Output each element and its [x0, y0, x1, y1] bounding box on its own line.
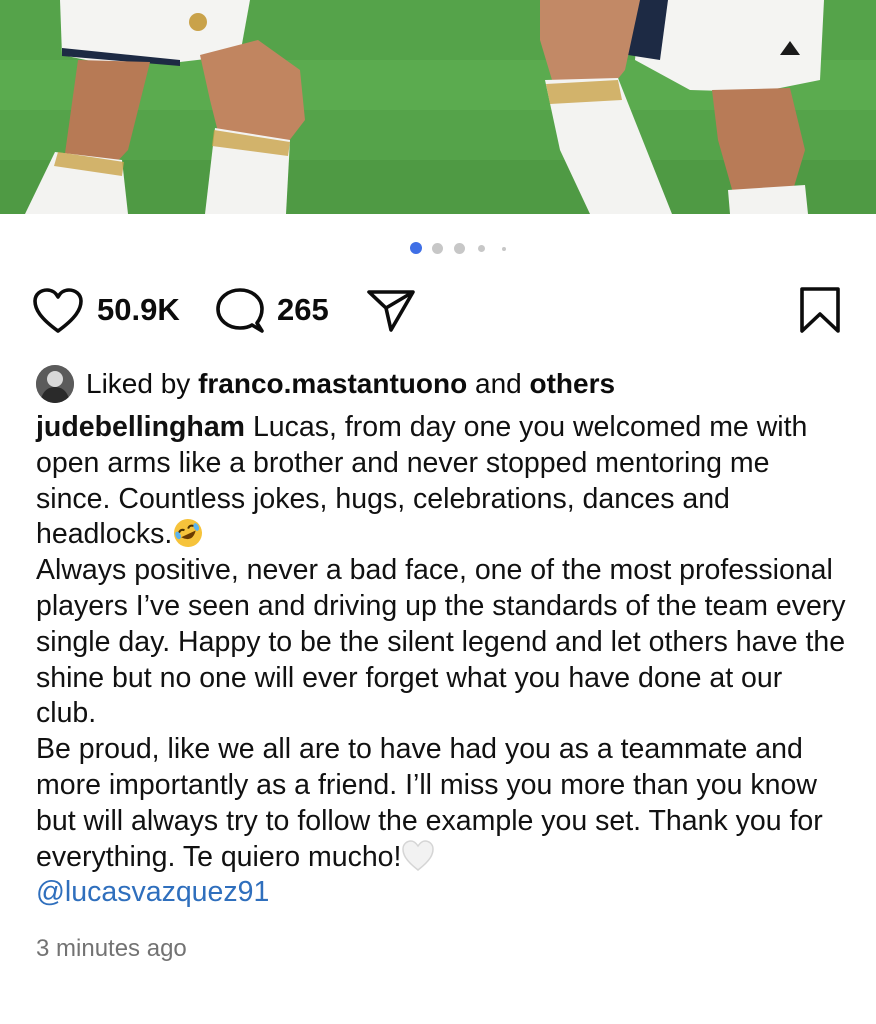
liked-by-user-link[interactable]: franco.mastantuono	[198, 368, 467, 400]
players-legs-illustration	[0, 0, 876, 214]
liked-by-row: Liked by franco.mastantuono and others	[36, 362, 615, 406]
white-heart-emoji-icon	[401, 839, 435, 872]
caption-paragraph-3: Be proud, like we all are to have had yo…	[36, 732, 848, 911]
carousel-dot	[478, 245, 485, 252]
comment-icon[interactable]	[214, 286, 266, 341]
liked-by-others-link[interactable]: others	[530, 368, 616, 400]
action-bar: 50.9K 265	[0, 282, 876, 338]
liked-by-prefix: Liked by	[86, 368, 191, 399]
mention-link[interactable]: @lucasvazquez91	[36, 876, 269, 908]
comment-count[interactable]: 265	[277, 282, 329, 338]
caption-paragraph-1: judebellingham Lucas, from day one you w…	[36, 410, 848, 553]
post-image[interactable]	[0, 0, 876, 214]
carousel-dot	[432, 243, 443, 254]
rolling-laughing-emoji-icon	[172, 517, 204, 549]
heart-icon[interactable]	[32, 287, 84, 340]
liked-by-conjunction: and	[475, 368, 522, 399]
bookmark-icon[interactable]	[798, 286, 842, 339]
caption-paragraph-2: Always positive, never a bad face, one o…	[36, 554, 846, 730]
caption-username[interactable]: judebellingham	[36, 411, 245, 443]
send-icon[interactable]	[366, 288, 416, 339]
like-count[interactable]: 50.9K	[97, 282, 180, 338]
carousel-dot-active	[410, 242, 422, 254]
post-caption: judebellingham Lucas, from day one you w…	[36, 410, 848, 911]
carousel-indicator	[0, 241, 876, 255]
carousel-dot	[454, 243, 465, 254]
carousel-dot	[502, 247, 506, 251]
liker-avatar[interactable]	[36, 365, 74, 403]
post-timestamp: 3 minutes ago	[36, 935, 187, 962]
